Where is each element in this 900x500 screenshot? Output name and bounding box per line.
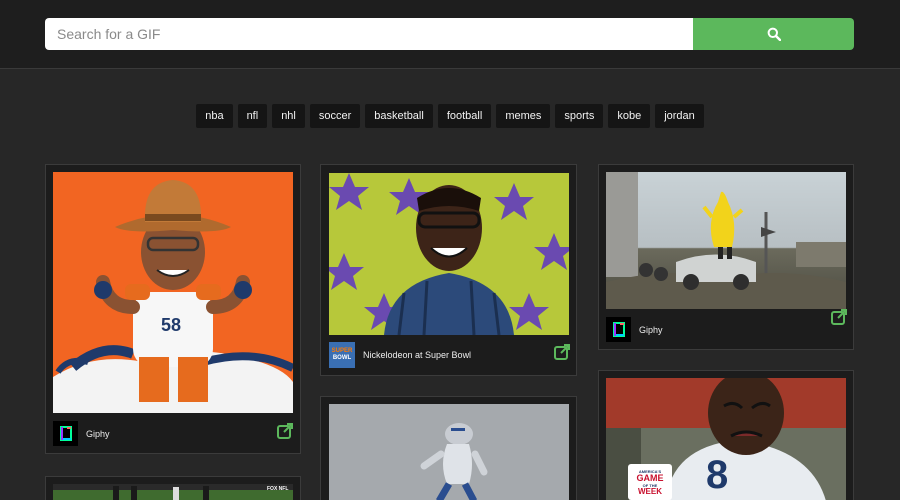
tag-sports[interactable]: sports [555,104,604,128]
giphy-logo [606,317,631,342]
football-field-illustration [53,484,293,500]
badge-text: GAME [636,472,664,483]
svg-text:8: 8 [706,453,728,497]
man-with-stars-illustration [329,173,569,335]
gif-image[interactable] [329,173,569,335]
search-icon [767,27,781,41]
tag-nhl[interactable]: nhl [272,104,305,128]
gif-image[interactable]: FOX NFL [53,484,293,500]
search-input[interactable] [45,18,695,50]
gif-image[interactable]: 58 [53,172,293,413]
gif-card: SUPER BOWL Nickelodeon at Super Bowl [320,164,577,376]
tag-football[interactable]: football [437,104,492,128]
tag-basketball[interactable]: basketball [365,104,433,128]
top-bar [0,0,900,69]
gif-card: FOX NFL [45,476,301,500]
cowboy-player-illustration [53,180,293,413]
game-of-the-week-badge: AMERICA'S GAME OF THE WEEK [628,464,672,500]
card-source-title[interactable]: Giphy [86,429,110,439]
tag-nfl[interactable]: nfl [237,104,268,128]
card-source-title[interactable]: Giphy [639,325,663,335]
super-bowl-logo-text: BOWL [332,355,352,361]
super-bowl-logo: SUPER BOWL [329,342,355,368]
broadcast-logo: FOX NFL [267,486,289,492]
gif-image[interactable] [329,404,569,500]
tag-soccer[interactable]: soccer [309,104,361,128]
card-source-title[interactable]: Nickelodeon at Super Bowl [363,350,471,360]
tag-list: nba nfl nhl soccer basketball football m… [0,104,900,128]
giphy-logo [53,421,78,446]
gif-card: 58 Giphy [45,164,301,454]
share-icon[interactable] [554,344,570,360]
giphy-icon [59,426,72,441]
gif-card [320,396,577,500]
giphy-icon [612,322,625,337]
badge-text: WEEK [638,486,662,496]
search-button[interactable] [693,18,854,50]
tag-kobe[interactable]: kobe [608,104,651,128]
gif-card: Giphy [598,164,854,350]
gif-image[interactable] [606,172,846,309]
share-icon[interactable] [277,423,293,439]
card-footer: Giphy [606,309,847,342]
spinning-player-illustration [420,423,488,500]
banana-costume-illustration [606,172,846,309]
tag-jordan[interactable]: jordan [655,104,704,128]
gif-card: 8 AMERICA'S GAME OF THE WEEK [598,370,854,500]
card-footer: Giphy [53,421,293,446]
tag-memes[interactable]: memes [496,104,551,128]
super-bowl-logo-text: SUPER [331,348,353,354]
share-icon[interactable] [831,309,847,325]
gif-image[interactable]: 8 AMERICA'S GAME OF THE WEEK [606,378,846,500]
tag-nba[interactable]: nba [196,104,233,128]
card-footer: SUPER BOWL Nickelodeon at Super Bowl [329,342,570,368]
jersey-number: 58 [161,315,182,335]
